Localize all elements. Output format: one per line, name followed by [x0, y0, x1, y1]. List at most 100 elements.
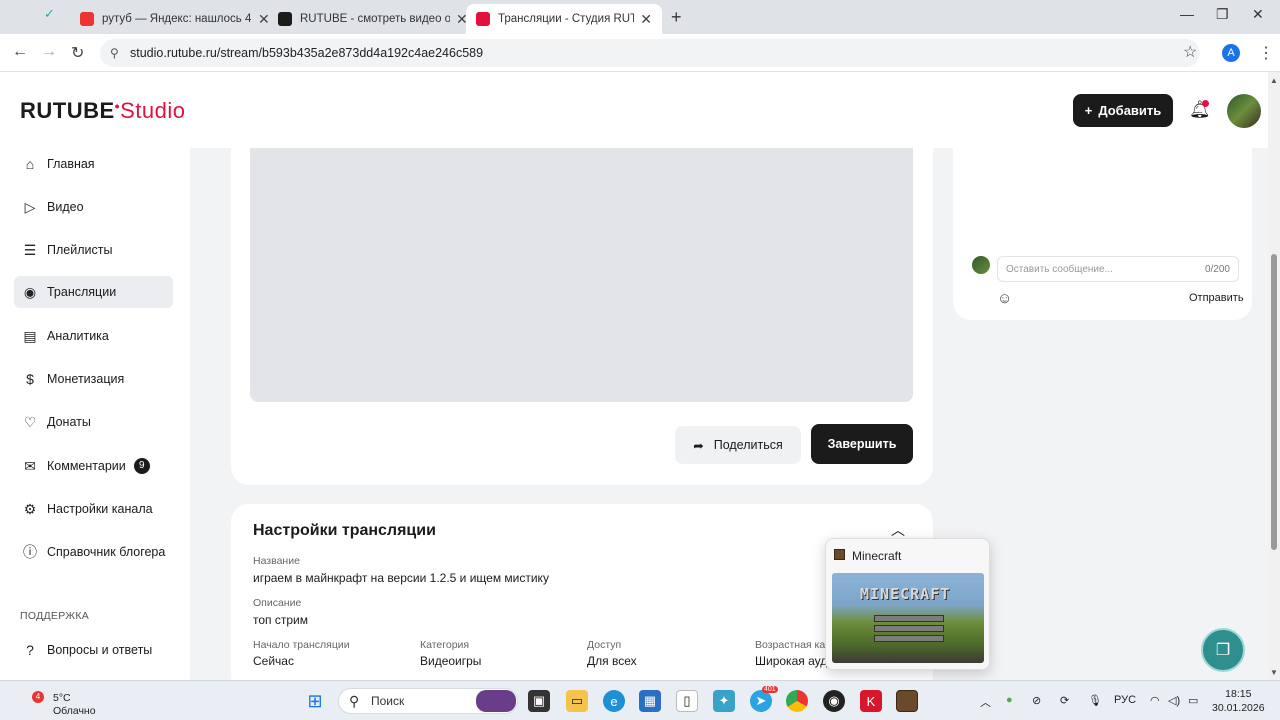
close-tab-icon[interactable]: ✕	[640, 11, 652, 28]
sidebar: ⌂ Главная ▷ Видео ☰ Плейлисты ◉ Трансляц…	[0, 148, 190, 680]
file-explorer-icon[interactable]: ▭	[566, 690, 588, 712]
share-icon: ➦	[693, 438, 704, 453]
menu-bar	[874, 625, 944, 632]
age-rating-value: Широкая ауд	[755, 654, 828, 668]
telegram-icon[interactable]: ➤	[750, 690, 772, 712]
obs-icon[interactable]: ◉	[823, 690, 845, 712]
browser-tab-yandex[interactable]: рутуб — Яндекс: нашлось 4 ты ✕	[70, 4, 280, 34]
tray-app-icon[interactable]: ●	[1006, 694, 1013, 706]
monetization-icon: $	[26, 371, 34, 387]
description-value: топ стрим	[253, 613, 308, 627]
chat-card: Оставить сообщение... 0/200 ☺ Отправить	[953, 148, 1252, 320]
reload-icon[interactable]: ↻	[71, 43, 84, 63]
store-icon[interactable]: ▦	[639, 690, 661, 712]
add-button[interactable]: + Добавить	[1073, 94, 1173, 127]
age-rating-label: Возрастная ка	[755, 639, 826, 651]
app-icon[interactable]: ✦	[713, 690, 735, 712]
tray-expand-icon[interactable]: ︿	[980, 694, 991, 710]
sidebar-item-video[interactable]: ▷ Видео	[14, 191, 173, 223]
system-clock[interactable]: 18:15 30.01.2026	[1212, 687, 1265, 715]
minecraft-thumbnail: MINECRAFT	[832, 573, 984, 663]
telegram-unread-badge: 401	[762, 686, 778, 693]
profile-avatar[interactable]: A	[1222, 44, 1240, 62]
support-section-title: ПОДДЕРЖКА	[20, 610, 90, 622]
minimize-icon[interactable]: —	[1180, 6, 1194, 22]
chat-message-input[interactable]: Оставить сообщение... 0/200	[997, 256, 1239, 282]
sidebar-item-home[interactable]: ⌂ Главная	[14, 148, 173, 180]
chat-bubbles-icon: ❐	[1215, 642, 1231, 659]
search-highlight-icon	[476, 690, 516, 712]
language-indicator[interactable]: РУС	[1114, 694, 1136, 706]
address-bar: ← → ↻ ⚲ studio.rutube.ru/stream/b593b435…	[0, 34, 1280, 72]
rutube-favicon-icon	[278, 12, 292, 26]
yandex-favicon-icon	[80, 12, 94, 26]
sidebar-item-monetization[interactable]: $ Монетизация	[14, 363, 173, 395]
minecraft-taskbar-icon[interactable]	[896, 690, 918, 712]
plus-icon: +	[1084, 103, 1093, 118]
tray-network-off-icon[interactable]: ⊘	[1032, 694, 1041, 707]
user-avatar[interactable]	[1227, 94, 1261, 128]
maximize-icon[interactable]: ❐	[1216, 6, 1229, 23]
comments-count-badge: 9	[133, 458, 150, 474]
forward-icon[interactable]: →	[41, 43, 57, 61]
stream-player-card: ➦ Поделиться Завершить	[231, 148, 933, 485]
end-stream-button[interactable]: Завершить	[811, 424, 913, 464]
tray-sync-icon[interactable]: ⟳	[1060, 694, 1069, 707]
microphone-icon[interactable]: 🎙︎	[1088, 694, 1102, 707]
sidebar-item-analytics[interactable]: ▤ Аналитика	[14, 320, 173, 352]
category-value: Видеоигры	[420, 654, 482, 668]
back-icon[interactable]: ←	[12, 43, 28, 61]
studio-page: RUTUBE•Studio + Добавить 🔔︎ ⌂ Главная ▷ …	[0, 72, 1268, 680]
browser-menu-icon[interactable]: ⋮	[1258, 43, 1274, 63]
description-label: Описание	[253, 597, 302, 609]
chevron-up-icon[interactable]: ︿	[891, 520, 905, 540]
scroll-down-icon[interactable]: ▼	[1270, 668, 1278, 677]
rutube-studio-logo[interactable]: RUTUBE•Studio	[20, 98, 185, 124]
guide-icon: ⓘ	[23, 544, 37, 560]
stream-video-preview[interactable]	[250, 148, 913, 402]
minecraft-window-preview[interactable]: Minecraft MINECRAFT	[825, 538, 990, 670]
sidebar-item-channel-settings[interactable]: ⚙ Настройки канала	[14, 493, 173, 525]
donate-icon: ♡	[23, 413, 37, 430]
scroll-up-icon[interactable]: ▲	[1270, 76, 1278, 85]
edge-icon[interactable]: e	[603, 690, 625, 712]
bookmark-star-icon[interactable]: ☆	[1183, 42, 1197, 62]
wifi-icon[interactable]: ◠	[1150, 694, 1160, 707]
start-label: Начало трансляции	[253, 639, 350, 651]
new-tab-icon[interactable]: +	[671, 7, 682, 28]
browser-tab-bar: ✓ рутуб — Яндекс: нашлось 4 ты ✕ RUTUBE …	[0, 0, 1280, 34]
sidebar-item-faq[interactable]: ? Вопросы и ответы	[14, 634, 173, 666]
browser-tab-rutube[interactable]: RUTUBE - смотреть видео онл ✕	[268, 4, 478, 34]
notepad-icon[interactable]: ▯	[676, 690, 698, 712]
browser-tab-studio[interactable]: Трансляции - Студия RUTUBE ✕	[466, 4, 662, 34]
send-button[interactable]: Отправить	[1189, 292, 1244, 304]
page-scrollbar[interactable]: ▲ ▼	[1268, 72, 1280, 680]
comments-icon: ✉	[24, 457, 36, 474]
kaspersky-icon[interactable]: K	[860, 690, 882, 712]
share-button[interactable]: ➦ Поделиться	[675, 426, 801, 464]
chrome-icon[interactable]	[786, 690, 808, 712]
sidebar-item-donations[interactable]: ♡ Донаты	[14, 406, 173, 438]
task-view-icon[interactable]: ▣	[528, 690, 550, 712]
site-info-icon[interactable]: ⚲	[110, 46, 119, 60]
close-window-icon[interactable]: ✕	[1252, 6, 1264, 23]
minecraft-icon	[834, 549, 845, 560]
access-label: Доступ	[587, 639, 622, 651]
search-icon: ⚲	[349, 693, 360, 709]
minecraft-preview-title: Minecraft	[852, 549, 902, 563]
emoji-icon[interactable]: ☺	[997, 290, 1012, 307]
volume-icon[interactable]: ◁)	[1168, 694, 1180, 707]
sidebar-item-blogger-guide[interactable]: ⓘ Справочник блогера	[14, 536, 173, 568]
windows-start-icon[interactable]: ⊞	[304, 690, 326, 712]
tab-search-icon[interactable]: ✓	[44, 6, 55, 22]
help-chat-button[interactable]: ❐	[1201, 628, 1245, 672]
faq-icon: ?	[26, 642, 34, 658]
sidebar-item-comments[interactable]: ✉ Комментарии 9	[14, 450, 173, 482]
access-value: Для всех	[587, 654, 637, 668]
sidebar-item-playlists[interactable]: ☰ Плейлисты	[14, 234, 173, 266]
url-field[interactable]: ⚲ studio.rutube.ru/stream/b593b435a2e873…	[100, 39, 1200, 67]
scrollbar-thumb[interactable]	[1271, 254, 1277, 550]
chat-char-counter: 0/200	[1204, 264, 1230, 275]
sidebar-item-broadcasts[interactable]: ◉ Трансляции	[14, 276, 173, 308]
battery-icon[interactable]: ▭	[1188, 694, 1198, 707]
